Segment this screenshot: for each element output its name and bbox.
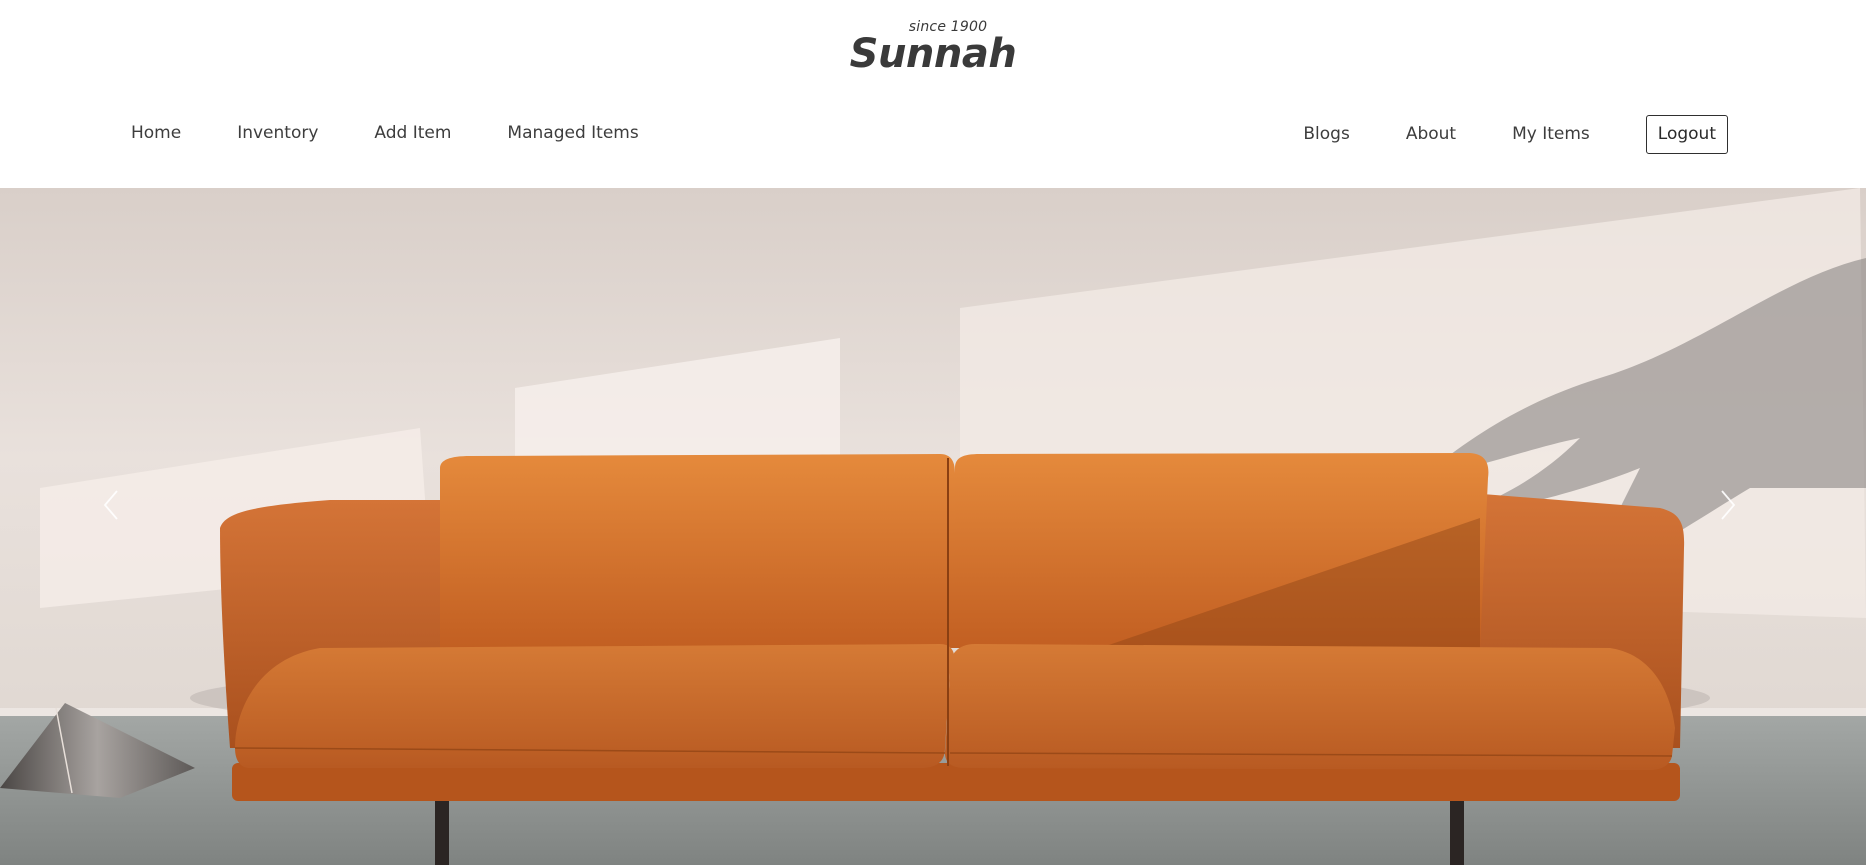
logout-button[interactable]: Logout <box>1645 114 1728 154</box>
carousel-next-button[interactable] <box>1718 488 1758 548</box>
primary-nav: Home Inventory Add Item Managed Items <box>131 118 639 148</box>
site-header: since 1900 Sunnah Home Inventory Add Ite… <box>0 0 1866 188</box>
carousel-prev-button[interactable] <box>101 488 141 548</box>
nav-my-items[interactable]: My Items <box>1512 124 1590 144</box>
nav-managed-items[interactable]: Managed Items <box>507 123 638 143</box>
hero-slide-image <box>0 188 1866 865</box>
nav-add-item[interactable]: Add Item <box>374 123 451 143</box>
nav-inventory[interactable]: Inventory <box>237 123 318 143</box>
nav-home[interactable]: Home <box>131 123 181 143</box>
brand-logo[interactable]: since 1900 Sunnah <box>0 18 1866 76</box>
brand-name: Sunnah <box>849 31 1017 77</box>
hero-carousel <box>0 188 1866 865</box>
secondary-nav: Blogs About My Items Logout <box>1303 114 1728 154</box>
nav-blogs[interactable]: Blogs <box>1303 124 1349 144</box>
nav-about[interactable]: About <box>1406 124 1456 144</box>
chevron-left-icon <box>103 490 118 520</box>
chevron-right-icon <box>1721 490 1736 520</box>
